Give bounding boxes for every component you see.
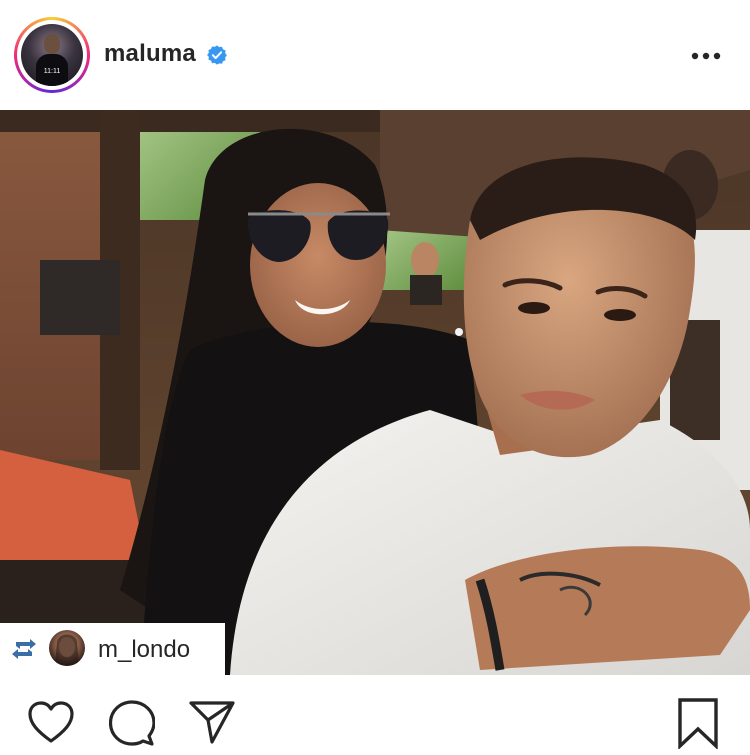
more-options-icon[interactable] [690,46,722,66]
verified-badge-icon [207,45,227,65]
bookmark-icon[interactable] [676,697,720,749]
heart-icon[interactable] [27,700,75,744]
repost-icon [12,639,36,659]
profile-avatar[interactable]: 11:11 [14,17,90,93]
username[interactable]: maluma [104,40,196,68]
share-icon[interactable] [188,699,236,745]
repost-username[interactable]: m_londo [98,636,190,664]
repost-credit[interactable]: m_londo [0,623,225,675]
action-bar [0,675,750,755]
repost-user-avatar[interactable] [49,630,85,666]
photo-illustration [0,110,750,675]
avatar-logo-text: 11:11 [43,68,61,75]
comment-icon[interactable] [109,700,155,746]
avatar-image: 11:11 [21,24,83,86]
post-header: 11:11 maluma [0,0,750,110]
post-photo[interactable] [0,110,750,675]
